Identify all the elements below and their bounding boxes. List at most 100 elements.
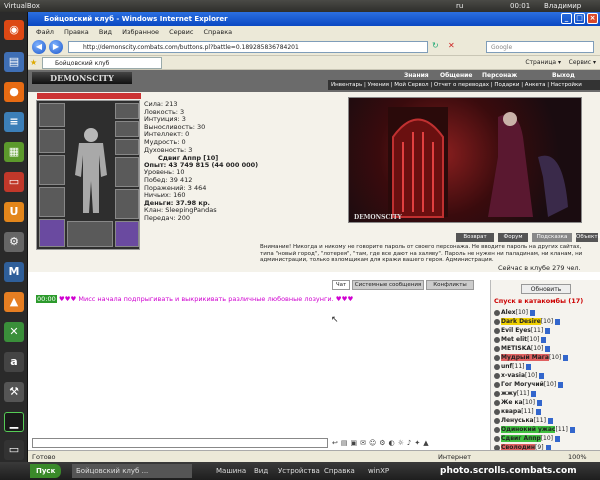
player-status-icon[interactable] — [494, 309, 500, 316]
hint-button[interactable]: Подсказка — [532, 233, 572, 242]
return-button[interactable]: Возврат — [456, 233, 494, 242]
player-row[interactable]: кварa[11] — [494, 407, 541, 416]
ring-slot-3[interactable] — [115, 139, 139, 155]
info-icon[interactable] — [539, 372, 545, 379]
player-row[interactable]: жжу[11] — [494, 389, 537, 398]
character-avatar[interactable] — [69, 125, 113, 215]
player-status-icon[interactable] — [494, 408, 500, 415]
vm-menu-view[interactable]: Вид — [254, 462, 268, 480]
bag-slots[interactable] — [67, 221, 113, 247]
tab-chat[interactable]: Чат — [332, 280, 350, 290]
player-row[interactable]: Dark Desire[10] — [494, 317, 561, 326]
tools-menu-button[interactable]: Сервис ▾ — [569, 59, 596, 66]
menu-item-file[interactable]: Файл — [36, 28, 54, 36]
firefox-icon[interactable]: ● — [4, 82, 24, 102]
player-row[interactable]: Мудрый Мага[10] — [494, 353, 569, 362]
favorites-star-icon[interactable]: ★ — [30, 58, 37, 67]
player-name[interactable]: Evil Eyes — [501, 327, 531, 334]
player-name[interactable]: unf — [501, 363, 512, 370]
player-status-icon[interactable] — [494, 318, 500, 325]
player-status-icon[interactable] — [494, 372, 500, 379]
tab-system-messages[interactable]: Системные сообщения — [352, 280, 424, 290]
clock-indicator[interactable]: 00:01 — [510, 0, 530, 12]
info-icon[interactable] — [558, 381, 564, 388]
player-row[interactable]: Evil Eyes[11] — [494, 326, 551, 335]
menu-item-view[interactable]: Вид — [99, 28, 112, 36]
forum-button[interactable]: Форум — [498, 233, 528, 242]
player-name[interactable]: Alex — [501, 309, 516, 316]
address-input[interactable]: http://demonscity.combats.com/buttons.pl… — [68, 41, 428, 53]
tool-icon[interactable]: ⚒ — [4, 382, 24, 402]
player-name[interactable]: кварa — [501, 408, 521, 415]
objects-button[interactable]: Объекты — [576, 233, 600, 242]
start-button[interactable]: Пуск — [30, 464, 62, 478]
nav-character[interactable]: Персонаж — [482, 72, 517, 79]
maximize-icon[interactable]: □ — [574, 13, 585, 24]
player-row[interactable]: Met elit[10] — [494, 335, 547, 344]
amazon-icon[interactable]: a — [4, 352, 24, 372]
close-icon[interactable]: × — [587, 13, 598, 24]
taskbar-item-browser[interactable]: Бойцовский клуб ... — [72, 464, 192, 478]
location-scene[interactable] — [347, 96, 583, 224]
info-icon[interactable] — [545, 345, 551, 352]
menu-item-edit[interactable]: Правка — [64, 28, 89, 36]
tab-active[interactable]: Бойцовский клуб — [42, 57, 162, 69]
game-logo[interactable]: DEMONSCITY — [32, 72, 132, 84]
chat-input[interactable] — [32, 438, 328, 448]
menu-item-favorites[interactable]: Избранное — [122, 28, 159, 36]
calc-icon[interactable]: ▦ — [4, 142, 24, 162]
weapon-slot[interactable] — [39, 155, 65, 185]
player-status-icon[interactable] — [494, 363, 500, 370]
keyboard-layout-indicator[interactable]: ru — [456, 0, 463, 12]
player-name[interactable]: METISKA — [501, 345, 531, 352]
info-icon[interactable] — [563, 354, 569, 361]
ring-slot-1[interactable] — [115, 103, 139, 119]
system-monitor-icon[interactable]: ▁ — [4, 412, 24, 432]
crossover-icon[interactable]: ✕ — [4, 322, 24, 342]
info-icon[interactable] — [547, 417, 553, 424]
info-icon[interactable] — [531, 390, 537, 397]
player-name[interactable]: жжу — [501, 390, 517, 397]
refresh-icon[interactable]: ↻ — [432, 41, 444, 53]
menu-item-tools[interactable]: Сервис — [169, 28, 193, 36]
nav-exit[interactable]: Выход — [552, 72, 575, 79]
software-center-icon[interactable]: U — [4, 202, 24, 222]
player-name[interactable]: Гог Могучий — [501, 381, 544, 388]
player-status-icon[interactable] — [494, 399, 500, 406]
player-row[interactable]: x-vasia[10] — [494, 371, 545, 380]
helmet-slot[interactable] — [39, 103, 65, 127]
player-status-icon[interactable] — [494, 381, 500, 388]
ubuntu-logo-icon[interactable]: ◉ — [4, 20, 24, 40]
player-status-icon[interactable] — [494, 426, 500, 433]
user-indicator[interactable]: Владимир — [544, 0, 581, 12]
player-status-icon[interactable] — [494, 336, 500, 343]
forward-icon[interactable]: ▶ — [49, 40, 63, 54]
info-icon[interactable] — [535, 408, 541, 415]
ring-slot-2[interactable] — [115, 121, 139, 137]
info-icon[interactable] — [569, 426, 575, 433]
player-name[interactable]: Же ка — [501, 399, 523, 406]
vm-menu-devices[interactable]: Устройства — [278, 462, 320, 480]
info-icon[interactable] — [536, 399, 542, 406]
files-icon[interactable]: ▤ — [4, 52, 24, 72]
info-icon[interactable] — [555, 318, 561, 325]
player-name[interactable]: Ленуська — [501, 417, 534, 424]
info-icon[interactable] — [545, 327, 551, 334]
player-status-icon[interactable] — [494, 390, 500, 397]
menu-item-help[interactable]: Справка — [204, 28, 233, 36]
nav-knowledge[interactable]: Знания — [404, 72, 429, 79]
player-row[interactable]: Одинокий ужас[11] — [494, 425, 575, 434]
chat-toolbar-icons[interactable]: ↩▤▣✉☺⚙◐☼♪✦▲ — [332, 438, 512, 448]
terminal-icon[interactable]: ▭ — [4, 440, 24, 460]
player-status-icon[interactable] — [494, 345, 500, 352]
player-status-icon[interactable] — [494, 354, 500, 361]
writer-icon[interactable]: ≡ — [4, 112, 24, 132]
vlc-icon[interactable]: ▲ — [4, 292, 24, 312]
player-status-icon[interactable] — [494, 327, 500, 334]
impress-icon[interactable]: ▭ — [4, 172, 24, 192]
tab-conflicts[interactable]: Конфликты — [426, 280, 474, 290]
armor-slot[interactable] — [39, 187, 65, 217]
player-row[interactable]: METISKA[10] — [494, 344, 551, 353]
nav-chat[interactable]: Общение — [440, 72, 472, 79]
boots-slot[interactable] — [115, 221, 139, 247]
